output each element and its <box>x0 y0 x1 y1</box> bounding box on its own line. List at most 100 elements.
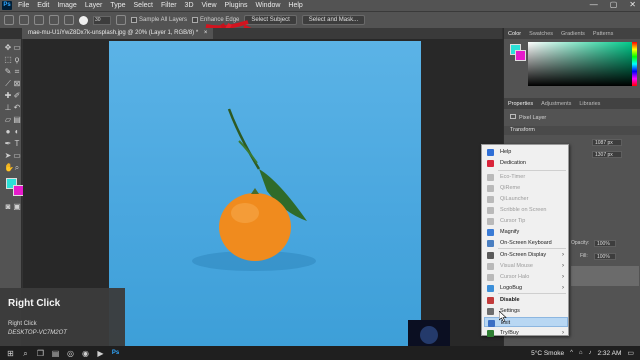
pen-tool-icon[interactable]: ✒ <box>4 140 12 148</box>
menu-plugins[interactable]: Plugins <box>225 2 248 9</box>
photoshop-taskbar-icon[interactable]: Ps <box>111 349 120 358</box>
weather-text[interactable]: 5°C Smoke <box>531 350 564 357</box>
menu-item-settings[interactable]: Settings <box>484 306 568 316</box>
document-tab-title: mae-mu-U1iYwZ8Dx7k-unsplash.jpg @ 20% (L… <box>28 30 199 36</box>
tab-adjustments[interactable]: Adjustments <box>541 101 571 107</box>
menu-help[interactable]: Help <box>288 2 302 9</box>
file-explorer-icon[interactable]: ▤ <box>51 349 60 358</box>
menu-item-help[interactable]: Help <box>484 147 568 157</box>
history-brush-tool-icon[interactable]: ↶ <box>13 104 21 112</box>
menu-item-dedication[interactable]: Dedication <box>484 158 568 168</box>
path-selection-tool-icon[interactable]: ➤ <box>4 152 12 160</box>
brush-angle-icon[interactable] <box>116 15 126 25</box>
brush-tool-icon[interactable]: ✐ <box>13 92 21 100</box>
edge-browser-icon[interactable]: ◎ <box>66 349 75 358</box>
keyboard-icon <box>487 240 494 247</box>
type-tool-icon[interactable]: T <box>13 140 21 148</box>
tab-properties[interactable]: Properties <box>508 101 533 107</box>
marquee-tool-icon[interactable]: ⬚ <box>4 56 12 64</box>
menu-item-on-screen-keyboard[interactable]: On-Screen Keyboard <box>484 238 568 248</box>
tab-color[interactable]: Color <box>508 31 521 37</box>
menu-item-exit[interactable]: Exit <box>484 317 568 327</box>
notification-center-icon[interactable]: ▭ <box>627 349 634 357</box>
clone-stamp-tool-icon[interactable]: ⊥ <box>4 104 12 112</box>
eyedropper-tool-icon[interactable]: ⟋ <box>4 80 12 88</box>
height-field[interactable]: 1307 px <box>592 151 622 158</box>
document-tab[interactable]: mae-mu-U1iYwZ8Dx7k-unsplash.jpg @ 20% (L… <box>22 28 214 39</box>
dodge-tool-icon[interactable]: ◐ <box>13 128 21 136</box>
move-tool-icon[interactable]: ✥ <box>4 44 12 52</box>
menu-3d[interactable]: 3D <box>185 2 194 9</box>
menu-image[interactable]: Image <box>57 2 76 9</box>
sample-all-layers-checkbox[interactable]: Sample All Layers <box>131 17 187 23</box>
minimize-button[interactable]: — <box>590 0 598 11</box>
menu-item-label: Scribble on Screen <box>500 207 547 213</box>
windows-start-icon[interactable]: ⊞ <box>6 349 15 358</box>
document-canvas[interactable] <box>109 41 421 346</box>
quick-select-tool-icon[interactable]: ✎ <box>4 68 12 76</box>
tab-swatches[interactable]: Swatches <box>529 31 553 37</box>
menu-file[interactable]: File <box>18 2 29 9</box>
menu-window[interactable]: Window <box>256 2 281 9</box>
frame-tool-icon[interactable]: ⊠ <box>13 80 21 88</box>
menu-item-logobug[interactable]: LogoBug › <box>484 283 568 293</box>
menu-item-on-screen-display[interactable]: On-Screen Display › <box>484 250 568 260</box>
menu-item-try-buy[interactable]: Try/Buy › <box>484 328 568 338</box>
close-tab-icon[interactable]: × <box>204 30 208 36</box>
right-click-notification: Right Click Right Click DESKTOP-VC7M2OT <box>0 288 125 346</box>
disable-icon <box>487 297 494 304</box>
opacity-field[interactable]: 100% <box>594 240 616 247</box>
maximize-button[interactable]: ▢ <box>610 0 618 11</box>
width-field[interactable]: 1087 px <box>592 139 622 146</box>
brush-preview-icon[interactable] <box>79 15 88 25</box>
brush-size-field[interactable]: 30 <box>93 15 111 25</box>
menu-item-magnify[interactable]: Magnify <box>484 227 568 237</box>
eraser-tool-icon[interactable]: ▱ <box>4 116 12 124</box>
blur-tool-icon[interactable]: ● <box>4 128 12 136</box>
network-icon[interactable]: ⌂ <box>579 350 583 356</box>
new-selection-icon[interactable] <box>34 15 44 25</box>
fill-field[interactable]: 100% <box>594 253 616 260</box>
zoom-tool-icon[interactable]: ⌕ <box>13 164 21 172</box>
select-and-mask-button[interactable]: Select and Mask... <box>301 15 366 25</box>
subtract-selection-icon[interactable] <box>64 15 74 25</box>
close-button[interactable]: ✕ <box>629 0 636 11</box>
lasso-tool-icon[interactable]: ϙ <box>13 56 21 64</box>
search-icon[interactable]: ⌕ <box>21 349 30 358</box>
crop-tool-icon[interactable]: ⌗ <box>13 68 21 76</box>
task-view-icon[interactable]: ❐ <box>36 349 45 358</box>
hue-slider[interactable] <box>632 42 637 86</box>
shape-tool-icon[interactable]: ▭ <box>13 152 21 160</box>
gradient-tool-icon[interactable]: ▤ <box>13 116 21 124</box>
photoshop-logo[interactable]: Ps <box>2 1 12 10</box>
home-icon[interactable] <box>4 15 14 25</box>
volume-icon[interactable]: ♪ <box>589 350 592 356</box>
quick-selection-tool-icon[interactable] <box>19 15 29 25</box>
healing-brush-tool-icon[interactable]: ✚ <box>4 92 12 100</box>
menu-select[interactable]: Select <box>134 2 153 9</box>
menu-filter[interactable]: Filter <box>161 2 177 9</box>
tab-gradients[interactable]: Gradients <box>561 31 585 37</box>
opacity-label: Opacity: <box>571 240 590 246</box>
menu-layer[interactable]: Layer <box>85 2 103 9</box>
menu-edit[interactable]: Edit <box>37 2 49 9</box>
artboard-tool-icon[interactable]: ▭ <box>13 44 21 52</box>
menu-item-disable[interactable]: Disable <box>484 295 568 305</box>
tab-patterns[interactable]: Patterns <box>593 31 613 37</box>
chrome-icon[interactable]: ◉ <box>81 349 90 358</box>
clock[interactable]: 2:32 AM <box>598 350 622 357</box>
transform-section-header[interactable]: Transform <box>504 126 640 135</box>
menu-type[interactable]: Type <box>110 2 125 9</box>
tab-libraries[interactable]: Libraries <box>579 101 600 107</box>
color-panel-background[interactable] <box>515 50 526 61</box>
screen-mode-icon[interactable]: ▣ <box>13 203 21 211</box>
tray-chevron-icon[interactable]: ^ <box>570 350 573 356</box>
menu-view[interactable]: View <box>202 2 217 9</box>
quick-mask-icon[interactable]: ◙ <box>4 203 12 211</box>
hand-tool-icon[interactable]: ✋ <box>4 164 14 172</box>
media-player-icon[interactable]: ▶ <box>96 349 105 358</box>
cursor-tip-icon <box>487 218 494 225</box>
layer-row[interactable] <box>571 266 639 286</box>
add-to-selection-icon[interactable] <box>49 15 59 25</box>
transform-label: Transform <box>510 127 535 133</box>
